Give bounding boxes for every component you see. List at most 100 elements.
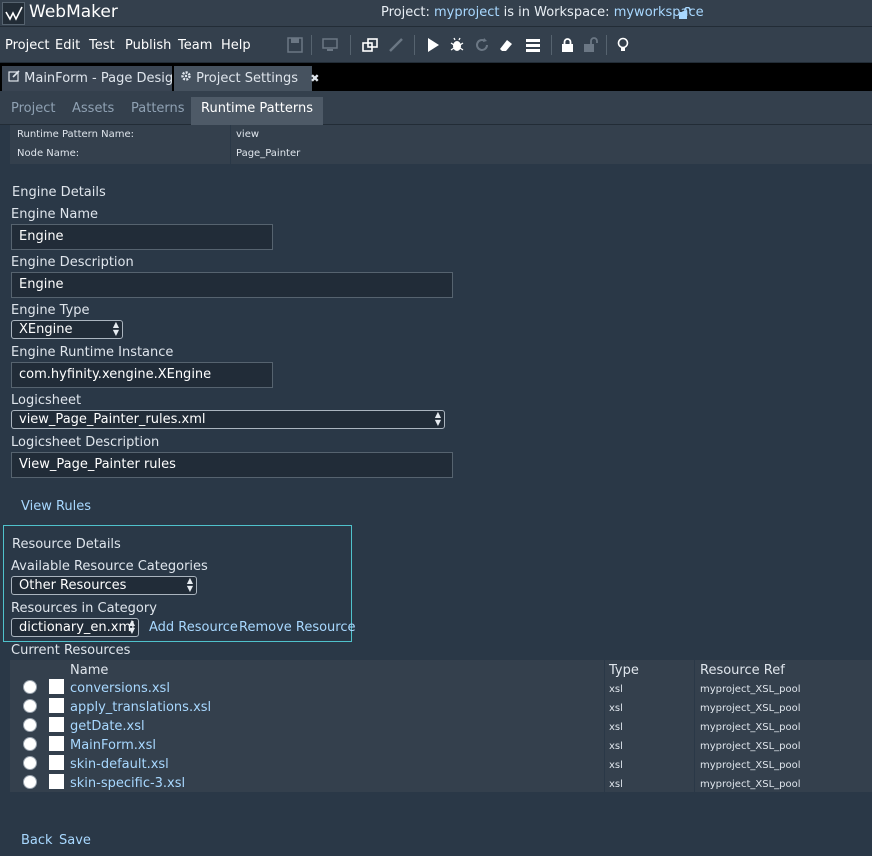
menu-team[interactable]: Team <box>178 38 212 53</box>
current-resources-label: Current Resources <box>11 643 131 658</box>
row-checkbox[interactable] <box>49 698 64 713</box>
runtime-pattern-name-value: view <box>236 129 260 140</box>
resource-details-heading: Resource Details <box>12 537 121 552</box>
bug-icon[interactable] <box>449 37 465 53</box>
gear-icon <box>181 71 191 81</box>
resource-name-link[interactable]: apply_translations.xsl <box>70 700 211 715</box>
add-resource-link[interactable]: Add Resource <box>149 620 238 635</box>
save-link[interactable]: Save <box>59 833 91 848</box>
column-header-type: Type <box>609 663 639 678</box>
resource-type: xsl <box>609 703 623 714</box>
row-radio[interactable] <box>23 680 37 694</box>
lightbulb-icon[interactable] <box>615 37 631 53</box>
row-checkbox[interactable] <box>49 774 64 789</box>
resource-name-link[interactable]: conversions.xsl <box>70 681 170 696</box>
server-icon[interactable] <box>525 37 541 53</box>
project-workspace-info: Project: myproject is in Workspace: mywo… <box>381 5 704 20</box>
node-name-value: Page_Painter <box>236 148 301 159</box>
toolbar-separator <box>350 35 351 55</box>
menu-project[interactable]: Project <box>5 38 49 53</box>
windows-icon[interactable] <box>362 37 378 53</box>
engine-runtime-instance-label: Engine Runtime Instance <box>11 345 174 360</box>
select-arrows-icon: ▲ ▼ <box>186 576 193 593</box>
resource-name-link[interactable]: skin-specific-3.xsl <box>70 776 185 791</box>
column-divider <box>694 660 695 792</box>
toolbar-separator <box>606 35 607 55</box>
remove-resource-link[interactable]: Remove Resource <box>239 620 356 635</box>
monitor-icon[interactable] <box>322 37 338 53</box>
select-arrows-icon: ▲ ▼ <box>128 618 135 635</box>
play-icon[interactable] <box>425 37 441 53</box>
runtime-pattern-name-label: Runtime Pattern Name: <box>17 129 134 140</box>
resource-ref: myproject_XSL_pool <box>700 703 801 714</box>
row-radio[interactable] <box>23 699 37 713</box>
menu-test[interactable]: Test <box>89 38 115 53</box>
row-checkbox[interactable] <box>49 755 64 770</box>
select-arrows-icon: ▲ ▼ <box>434 410 441 427</box>
current-resources-table: Name Type Resource Ref conversions.xsl x… <box>10 660 872 792</box>
view-rules-link[interactable]: View Rules <box>21 499 91 514</box>
tab-assets[interactable]: Assets <box>72 101 114 116</box>
resource-name-link[interactable]: skin-default.xsl <box>70 757 169 772</box>
resource-type: xsl <box>609 722 623 733</box>
logicsheet-label: Logicsheet <box>11 393 82 408</box>
engine-description-label: Engine Description <box>11 255 134 270</box>
eraser-icon[interactable] <box>498 37 514 53</box>
menu-publish[interactable]: Publish <box>125 38 171 53</box>
menu-bar: Project Edit Test Publish Team Help <box>0 27 872 63</box>
resource-ref: myproject_XSL_pool <box>700 741 801 752</box>
resource-type: xsl <box>609 741 623 752</box>
tab-runtime-patterns[interactable]: Runtime Patterns <box>191 97 323 125</box>
engine-details-heading: Engine Details <box>12 185 106 200</box>
resource-name-link[interactable]: MainForm.xsl <box>70 738 156 753</box>
row-checkbox[interactable] <box>49 717 64 732</box>
engine-type-select[interactable]: XEngine ▲ ▼ <box>11 320 123 339</box>
resource-type: xsl <box>609 760 623 771</box>
back-link[interactable]: Back <box>21 833 53 848</box>
tab-project-settings[interactable]: Project Settings ✖ <box>174 66 319 91</box>
resources-in-category-label: Resources in Category <box>11 601 157 616</box>
resource-type: xsl <box>609 684 623 695</box>
engine-description-field[interactable]: Engine <box>11 272 453 298</box>
menu-help[interactable]: Help <box>221 38 251 53</box>
available-categories-label: Available Resource Categories <box>11 559 208 574</box>
pattern-info-table: Runtime Pattern Name: view Node Name: Pa… <box>10 125 872 164</box>
brush-icon[interactable] <box>388 37 404 53</box>
toolbar-separator <box>414 35 415 55</box>
resource-type: xsl <box>609 779 623 790</box>
save-icon[interactable] <box>287 37 303 53</box>
engine-runtime-instance-field[interactable]: com.hyfinity.xengine.XEngine <box>11 362 273 388</box>
logicsheet-description-label: Logicsheet Description <box>11 435 160 450</box>
row-radio[interactable] <box>23 775 37 789</box>
resource-category-select[interactable]: Other Resources ▲ ▼ <box>11 576 197 595</box>
lock-icon[interactable] <box>560 37 576 53</box>
logicsheet-description-field[interactable]: View_Page_Painter rules <box>11 452 453 478</box>
row-checkbox[interactable] <box>49 679 64 694</box>
tab-patterns[interactable]: Patterns <box>131 101 185 116</box>
engine-name-field[interactable]: Engine <box>11 224 273 250</box>
column-header-resource-ref: Resource Ref <box>700 663 785 678</box>
webmaker-logo-icon <box>2 2 25 25</box>
settings-sub-tabs: Project Assets Patterns Runtime Patterns <box>0 91 872 125</box>
logicsheet-select[interactable]: view_Page_Painter_rules.xml ▲ ▼ <box>11 410 445 429</box>
tab-project[interactable]: Project <box>11 101 55 116</box>
resource-name-link[interactable]: getDate.xsl <box>70 719 145 734</box>
unlock-icon[interactable] <box>583 37 599 53</box>
resource-ref: myproject_XSL_pool <box>700 684 801 695</box>
row-radio[interactable] <box>23 737 37 751</box>
row-radio[interactable] <box>23 718 37 732</box>
resource-ref: myproject_XSL_pool <box>700 722 801 733</box>
row-checkbox[interactable] <box>49 736 64 751</box>
row-radio[interactable] <box>23 756 37 770</box>
menu-edit[interactable]: Edit <box>55 38 80 53</box>
tab-mainform-page-design[interactable]: MainForm - Page Design <box>2 66 181 91</box>
resource-select[interactable]: dictionary_en.xml ▲ ▼ <box>11 618 139 637</box>
document-tab-strip: MainForm - Page Design Project Settings … <box>0 63 872 91</box>
toolbar-separator <box>311 35 312 55</box>
refresh-icon[interactable] <box>474 37 490 53</box>
resource-ref: myproject_XSL_pool <box>700 760 801 771</box>
unlock-icon[interactable] <box>678 7 692 19</box>
node-name-label: Node Name: <box>17 148 80 159</box>
select-arrows-icon: ▲ ▼ <box>112 320 119 337</box>
close-icon[interactable]: ✖ <box>310 72 319 85</box>
